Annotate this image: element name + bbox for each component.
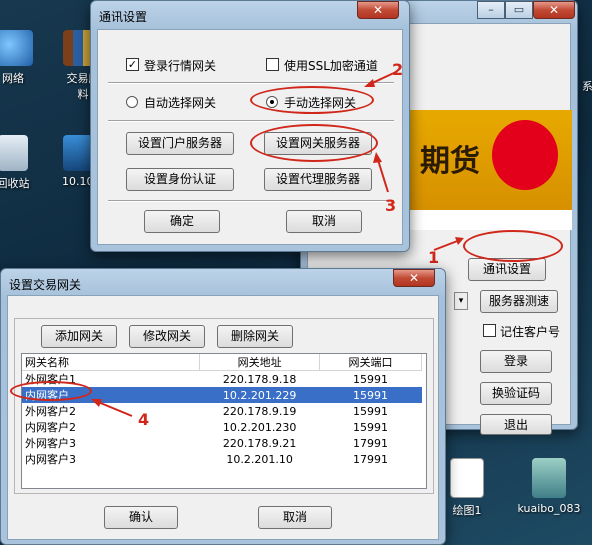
divider-1	[108, 82, 394, 84]
change-code-button[interactable]: 换验证码	[480, 382, 552, 405]
row-port: 15991	[319, 387, 422, 403]
table-row[interactable]: 外网客户3 220.178.9.21 17991	[22, 435, 422, 451]
row-port: 15991	[353, 372, 389, 386]
gateway-confirm-button[interactable]: 确认	[104, 506, 178, 529]
table-row[interactable]: 内网客户2 10.2.201.230 15991	[22, 419, 422, 435]
edx-file-icon	[450, 458, 484, 498]
table-row[interactable]: 外网客户2 220.178.9.19 15991	[22, 403, 422, 419]
row-address: 220.178.9.21	[222, 436, 297, 450]
annotation-arrow-3	[373, 152, 389, 193]
set-portal-server-button[interactable]: 设置门户服务器	[126, 132, 234, 155]
gateway-cancel-button[interactable]: 取消	[258, 506, 332, 529]
remember-client-label: 记住客户号	[500, 325, 561, 339]
comm-ok-button[interactable]: 确定	[144, 210, 220, 233]
logo-redacted	[492, 120, 558, 190]
table-row[interactable]: 内网客户3 10.2.201.10 17991	[22, 451, 422, 467]
login-button[interactable]: 登录	[480, 350, 552, 373]
row-port: 17991	[353, 452, 389, 466]
annotation-arrow-1	[433, 237, 464, 251]
annotation-arrow-4	[91, 399, 133, 417]
remember-client-checkbox[interactable]	[483, 324, 496, 337]
login-quote-gateway-label: 登录行情网关	[144, 59, 217, 73]
row-name: 外网客户3	[25, 437, 76, 450]
right-edge-text: 系	[582, 80, 592, 93]
row-port: 17991	[353, 436, 389, 450]
desktop-icon-kuaibo[interactable]: kuaibo_083	[514, 458, 584, 515]
set-identity-auth-button[interactable]: 设置身份认证	[126, 168, 234, 191]
gateway-dialog: 设置交易网关 ✕ 添加网关 修改网关 删除网关 网关名称 网关地址 网关端口 外…	[0, 268, 446, 545]
comm-settings-dialog: 通讯设置 ✕ ✓ 登录行情网关 使用SSL加密通道 自动选择网关 手动选择网关 …	[90, 0, 410, 252]
divider-3	[108, 200, 394, 202]
column-header-name[interactable]: 网关名称	[22, 354, 201, 371]
comm-dialog-close-button[interactable]: ✕	[357, 1, 399, 19]
gateway-dialog-title: 设置交易网关	[9, 278, 82, 292]
brand-banner: 期货	[406, 110, 572, 230]
divider-2	[108, 120, 394, 122]
auto-select-label: 自动选择网关	[144, 96, 217, 110]
set-proxy-server-button[interactable]: 设置代理服务器	[264, 168, 372, 191]
banner-stripe	[406, 210, 572, 230]
row-address: 10.2.201.229	[199, 387, 320, 403]
desktop-icon-recycle-bin[interactable]: 回收站	[0, 135, 48, 191]
gateway-table: 网关名称 网关地址 网关端口 外网客户1 220.178.9.18 15991 …	[22, 354, 422, 467]
server-speed-test-button[interactable]: 服务器测速	[480, 290, 558, 313]
annotation-arrow-2	[364, 71, 397, 87]
row-address: 220.178.9.18	[222, 372, 297, 386]
row-address: 220.178.9.19	[222, 404, 297, 418]
annotation-circle-3	[250, 124, 378, 162]
comm-cancel-button[interactable]: 取消	[286, 210, 362, 233]
desktop-icon-network[interactable]: 网络	[0, 30, 48, 86]
network-icon	[0, 30, 33, 66]
row-name: 内网客户3	[25, 453, 76, 466]
banner-text: 期货	[420, 144, 480, 179]
gateway-dialog-client: 添加网关 修改网关 删除网关 网关名称 网关地址 网关端口 外网客户1 220.…	[7, 295, 439, 540]
apk-file-icon	[532, 458, 566, 498]
add-gateway-button[interactable]: 添加网关	[41, 325, 117, 348]
annotation-number-3: 3	[385, 196, 397, 215]
auto-select-radio[interactable]	[126, 96, 138, 108]
gateway-dialog-titlebar: 设置交易网关	[1, 269, 445, 297]
table-header: 网关名称 网关地址 网关端口	[22, 354, 422, 371]
gateway-dialog-close-button[interactable]: ✕	[393, 269, 435, 287]
modify-gateway-button[interactable]: 修改网关	[129, 325, 205, 348]
exit-button[interactable]: 退出	[480, 414, 552, 435]
column-header-port[interactable]: 网关端口	[319, 354, 422, 371]
minimize-button[interactable]: –	[477, 1, 505, 19]
delete-gateway-button[interactable]: 删除网关	[217, 325, 293, 348]
comm-dialog-title: 通讯设置	[99, 10, 148, 24]
row-name: 内网客户2	[25, 421, 76, 434]
gateway-list[interactable]: 网关名称 网关地址 网关端口 外网客户1 220.178.9.18 15991 …	[21, 353, 427, 489]
row-address: 10.2.201.230	[222, 420, 297, 434]
annotation-circle-2	[250, 86, 374, 114]
use-ssl-checkbox[interactable]	[266, 58, 279, 71]
gateway-group-box: 添加网关 修改网关 删除网关 网关名称 网关地址 网关端口 外网客户1 220.…	[14, 318, 434, 494]
annotation-circle-1	[463, 230, 563, 262]
column-header-address[interactable]: 网关地址	[199, 354, 321, 371]
annotation-number-4: 4	[138, 410, 150, 429]
maximize-button[interactable]: ▭	[505, 1, 533, 19]
main-close-button[interactable]: ✕	[533, 1, 575, 19]
login-quote-gateway-checkbox[interactable]: ✓	[126, 58, 139, 71]
annotation-circle-4	[10, 381, 92, 401]
row-port: 15991	[353, 404, 389, 418]
recycle-bin-icon	[0, 135, 28, 171]
row-address: 10.2.201.10	[226, 452, 293, 466]
row-port: 15991	[353, 420, 389, 434]
dropdown-arrow[interactable]: ▾	[454, 292, 468, 310]
